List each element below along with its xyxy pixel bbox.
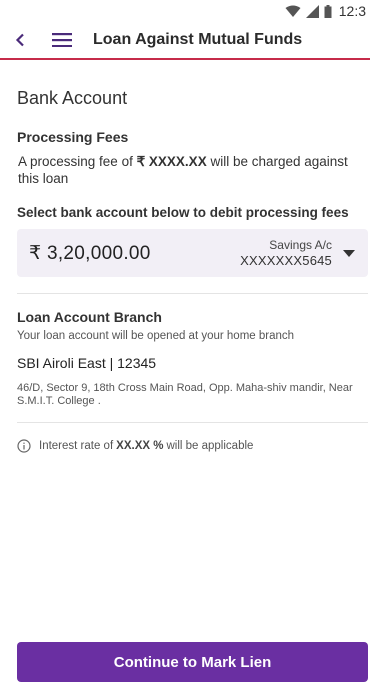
chevron-down-icon[interactable] (340, 249, 358, 257)
interest-rate-note: Interest rate of XX.XX % will be applica… (17, 439, 368, 453)
divider (17, 422, 368, 423)
continue-to-mark-lien-button[interactable]: Continue to Mark Lien (17, 642, 368, 682)
fee-amount: ₹ XXXX.XX (136, 154, 207, 169)
branch-address: 46/D, Sector 9, 18th Cross Main Road, Op… (17, 382, 353, 407)
interest-rate: XX.XX % (116, 440, 164, 452)
status-bar: 12:3 (0, 0, 370, 22)
branch-subtitle: Your loan account will be opened at your… (17, 330, 295, 342)
app-bar: Loan Against Mutual Funds (0, 22, 370, 60)
branch-name: SBI Airoli East | 12345 (17, 355, 157, 371)
processing-fee-text: A processing fee of ₹ XXXX.XX will be ch… (17, 153, 368, 187)
branch-title: Loan Account Branch (17, 309, 162, 325)
processing-fees-label: Processing Fees (17, 129, 129, 145)
divider (17, 293, 368, 294)
section-title: Bank Account (17, 88, 128, 108)
account-number: XXXXXXX5645 (240, 253, 332, 268)
status-time: 12:3 (338, 3, 366, 19)
interest-suffix: will be applicable (166, 440, 254, 452)
info-icon (17, 439, 31, 453)
account-details: Savings A/c XXXXXXX5645 (240, 238, 332, 268)
account-balance: ₹ 3,20,000.00 (29, 242, 151, 264)
wifi-icon (285, 5, 301, 17)
debit-account-label: Select bank account below to debit proce… (17, 205, 349, 220)
main-content: Bank Account Processing Fees A processin… (17, 60, 368, 453)
signal-icon (305, 4, 319, 18)
page-title: Loan Against Mutual Funds (93, 31, 303, 48)
battery-icon (324, 4, 332, 18)
interest-prefix: Interest rate of (39, 440, 114, 452)
menu-icon[interactable] (52, 33, 74, 47)
account-type: Savings A/c (269, 238, 332, 252)
bank-account-dropdown[interactable]: ₹ 3,20,000.00 Savings A/c XXXXXXX5645 (17, 229, 368, 277)
back-icon[interactable] (10, 33, 30, 47)
fee-text-prefix: A processing fee of (18, 154, 137, 169)
